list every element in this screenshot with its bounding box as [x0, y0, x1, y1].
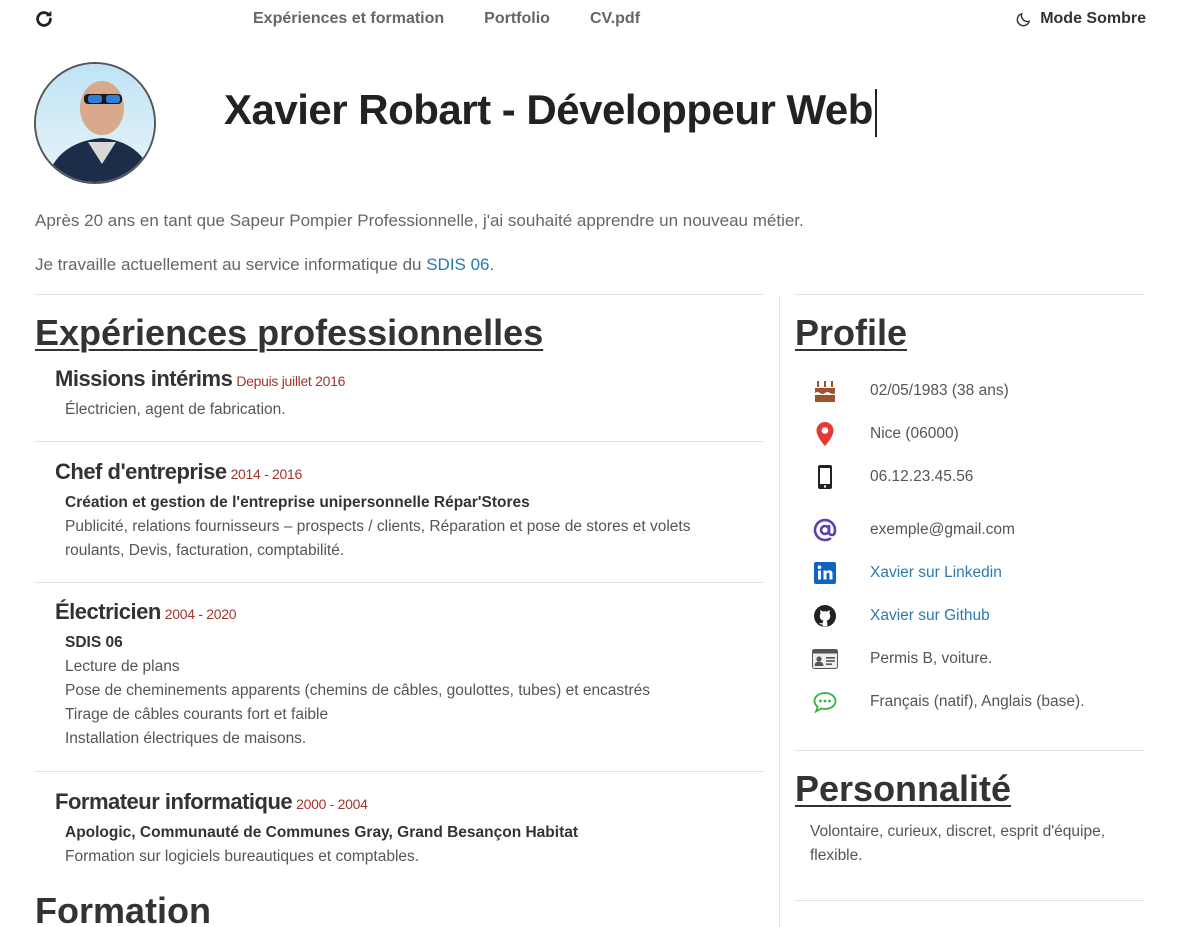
moon-icon — [1016, 12, 1031, 26]
at-sign-icon — [812, 517, 838, 543]
job-line: Pose de cheminements apparents (chemins … — [65, 682, 651, 699]
profile-item-github: Xavier sur Github — [812, 603, 990, 629]
profile-item-phone: 06.12.23.45.56 — [812, 464, 973, 490]
top-nav: Expériences et formation Portfolio CV.pd… — [0, 0, 1198, 40]
mobile-phone-icon — [812, 464, 838, 490]
job-line: Publicité, relations fournisseurs – pros… — [65, 518, 691, 535]
job-item: Électricien 2004 - 2020 SDIS 06 Lecture d… — [55, 599, 650, 751]
divider — [35, 441, 764, 442]
intro-line-2: Je travaille actuellement au service inf… — [35, 255, 494, 275]
page-title: Xavier Robart - Développeur Web — [224, 86, 877, 137]
personality-title: Personnalité — [795, 768, 1012, 809]
profile-text: Xavier sur Github — [870, 607, 990, 625]
profile-text: 02/05/1983 (38 ans) — [870, 382, 1009, 399]
divider — [35, 771, 764, 772]
divider — [795, 294, 1145, 295]
profile-item-license: Permis B, voiture. — [812, 646, 992, 672]
intro-line-2-text: Je travaille actuellement au service inf… — [35, 255, 427, 274]
profile-text: Français (natif), Anglais (base). — [870, 693, 1085, 710]
nav-link-portfolio[interactable]: Portfolio — [484, 10, 550, 28]
id-card-icon — [812, 646, 838, 672]
profile-item-location: Nice (06000) — [812, 421, 959, 447]
avatar — [34, 62, 156, 184]
job-date: 2004 - 2020 — [164, 606, 237, 622]
intro-line-2-suffix: . — [489, 255, 495, 274]
dark-mode-toggle[interactable]: Mode Sombre — [1015, 10, 1146, 28]
divider — [795, 900, 1145, 901]
divider — [35, 294, 764, 295]
job-organization: SDIS 06 — [65, 634, 123, 651]
profile-item-birthdate: 02/05/1983 (38 ans) — [812, 378, 1009, 404]
nav-link-cv[interactable]: CV.pdf — [590, 10, 640, 28]
refresh-icon[interactable] — [33, 8, 55, 30]
job-line: Tirage de câbles courants fort et faible — [65, 706, 329, 723]
github-icon[interactable] — [812, 603, 838, 629]
job-date: Depuis juillet 2016 — [236, 373, 346, 389]
nav-link-experiences[interactable]: Expériences et formation — [253, 10, 444, 28]
job-item: Chef d'entreprise 2014 - 2016 Création et… — [55, 459, 691, 563]
divider — [795, 750, 1145, 751]
linkedin-icon[interactable] — [812, 560, 838, 586]
profile-text: Xavier sur Linkedin — [870, 564, 1002, 582]
job-title: Missions intérims — [55, 366, 233, 391]
job-line: Électricien, agent de fabrication. — [65, 401, 286, 418]
sdis-link[interactable]: SDIS 06 — [426, 255, 489, 274]
profile-text: 06.12.23.45.56 — [870, 468, 974, 485]
profile-item-email: exemple@gmail.com — [812, 517, 1015, 543]
job-title: Chef d'entreprise — [55, 459, 227, 484]
job-description: Apologic, Communauté de Communes Gray, G… — [65, 821, 578, 869]
birthday-cake-icon — [812, 378, 838, 404]
job-description: Création et gestion de l'entreprise unip… — [65, 491, 691, 563]
page-title-text: Xavier Robart - Développeur Web — [224, 86, 873, 133]
job-item: Missions intérims Depuis juillet 2016 Éle… — [55, 366, 345, 422]
dark-mode-label: Mode Sombre — [1040, 10, 1146, 27]
experiences-title: Expériences professionnelles — [35, 312, 544, 353]
text-caret — [874, 88, 877, 137]
job-item: Formateur informatique 2000 - 2004 Apolog… — [55, 789, 578, 869]
profile-item-linkedin: Xavier sur Linkedin — [812, 560, 1002, 586]
job-line: roulants, Devis, facturation, comptabili… — [65, 542, 345, 559]
job-organization: Création et gestion de l'entreprise unip… — [65, 494, 530, 511]
profile-text: Nice (06000) — [870, 425, 959, 442]
intro-line-1: Après 20 ans en tant que Sapeur Pompier … — [35, 211, 804, 230]
speech-bubble-icon — [812, 689, 838, 715]
job-line: Lecture de plans — [65, 658, 180, 675]
job-description: SDIS 06 Lecture de plans Pose de chemine… — [65, 631, 650, 751]
profile-title: Profile — [795, 312, 908, 353]
personality-text: Volontaire, curieux, discret, esprit d'é… — [810, 823, 1106, 864]
formation-title: Formation — [35, 890, 211, 927]
job-date: 2014 - 2016 — [230, 466, 303, 482]
job-organization: Apologic, Communauté de Communes Gray, G… — [65, 824, 579, 841]
job-title: Formateur informatique — [55, 789, 293, 814]
profile-text: exemple@gmail.com — [870, 521, 1015, 538]
nav-links: Expériences et formation Portfolio CV.pd… — [253, 10, 640, 28]
job-description: Électricien, agent de fabrication. — [65, 398, 345, 422]
linkedin-link[interactable]: Xavier sur Linkedin — [870, 564, 1002, 581]
location-pin-icon — [812, 421, 838, 447]
job-title: Électricien — [55, 599, 161, 624]
divider — [35, 582, 764, 583]
column-divider — [779, 295, 780, 927]
job-date: 2000 - 2004 — [296, 796, 368, 812]
profile-item-languages: Français (natif), Anglais (base). — [812, 689, 1085, 715]
job-line: Installation électriques de maisons. — [65, 730, 307, 747]
github-link[interactable]: Xavier sur Github — [870, 607, 990, 624]
job-line: Formation sur logiciels bureautiques et … — [65, 848, 420, 865]
profile-text: Permis B, voiture. — [870, 650, 993, 667]
